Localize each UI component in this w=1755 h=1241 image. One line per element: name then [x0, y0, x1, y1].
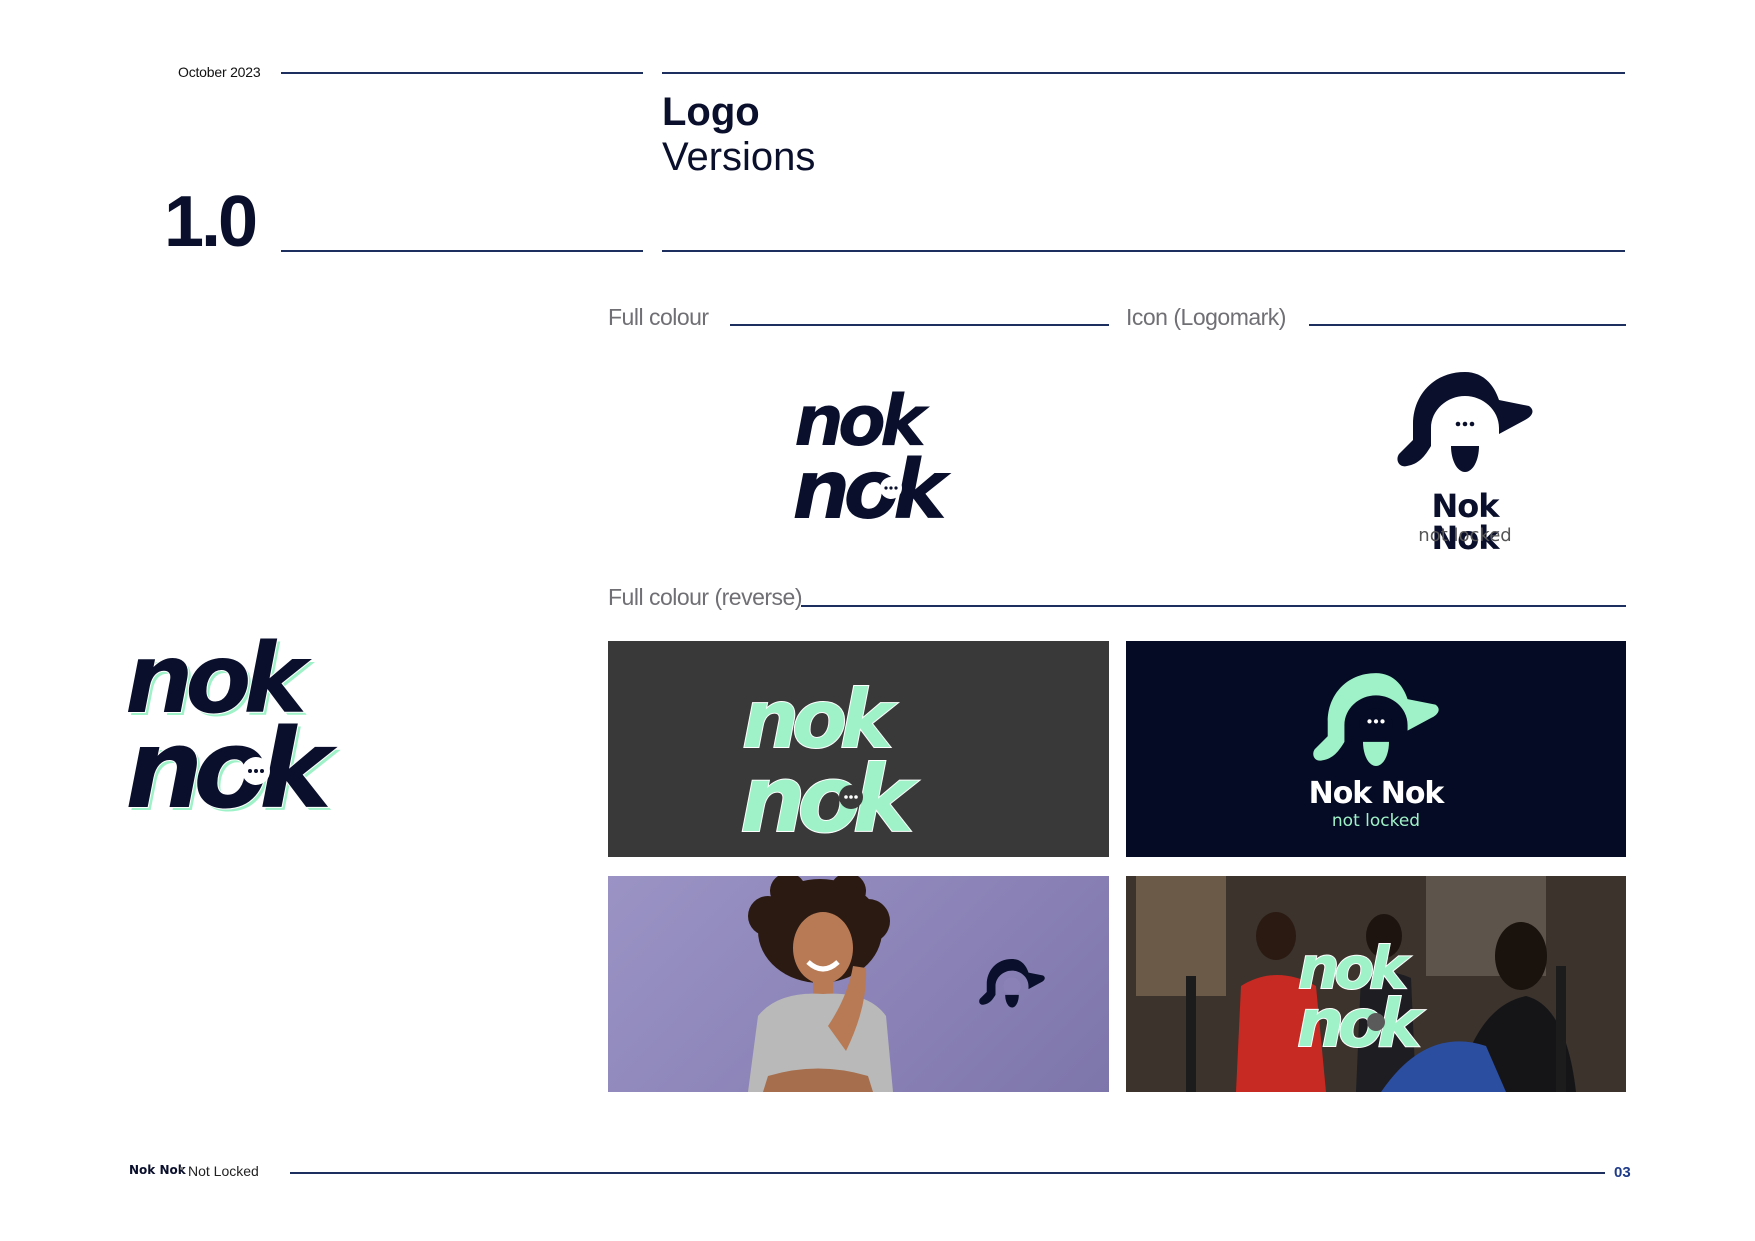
document-date: October 2023 [178, 64, 261, 80]
wordmark-photo-mint: nok nok [1296, 934, 1432, 1054]
photo-woman-smiling [748, 876, 893, 1092]
footer-rule [290, 1172, 1605, 1174]
footer-brand: Nok Nok [129, 1163, 186, 1177]
panel-reverse-navy: Nok Nok not locked [1126, 641, 1626, 857]
svg-text:nok: nok [740, 746, 919, 841]
page-title: Logo [662, 90, 760, 134]
wordmark-full-colour: nok nok [790, 379, 1000, 539]
panel-photo-lavender [608, 876, 1109, 1092]
rule-full-colour-reverse [801, 605, 1626, 607]
wordmark-reverse-mint: nok nok [739, 672, 928, 841]
label-full-colour: Full colour [608, 304, 709, 330]
header-rule-left-bottom [281, 250, 643, 252]
header-rule-right-top [662, 72, 1625, 74]
header-rule-left-top [281, 72, 643, 74]
brand-tagline-reverse: not locked [1331, 811, 1421, 831]
logomark-icon [1397, 372, 1533, 472]
svg-text:nok: nok [125, 705, 338, 825]
page-number: 03 [1614, 1164, 1631, 1181]
logomark-photo-icon [979, 958, 1045, 1008]
label-icon-logomark: Icon (Logomark) [1126, 304, 1286, 330]
section-number: 1.0 [164, 182, 258, 262]
panel-reverse-charcoal: nok nok [608, 641, 1109, 857]
svg-text:nok: nok [792, 443, 952, 525]
svg-text:nok: nok [1297, 985, 1425, 1054]
rule-full-colour [730, 324, 1109, 326]
page-subtitle: Versions [662, 135, 816, 179]
brand-name-reverse: Nok Nok [1308, 776, 1445, 811]
footer-separator [180, 1167, 183, 1170]
wordmark-logo-large: nok nok nok nok [124, 625, 351, 825]
logomark-reverse-icon [1313, 673, 1439, 766]
footer-tagline: Not Locked [188, 1163, 259, 1179]
rule-icon-logomark [1309, 324, 1626, 326]
label-full-colour-reverse: Full colour (reverse) [608, 584, 803, 610]
panel-photo-cafe: nok nok [1126, 876, 1626, 1092]
header-rule-right-bottom [662, 250, 1625, 252]
brand-tagline: not locked [1418, 525, 1512, 546]
